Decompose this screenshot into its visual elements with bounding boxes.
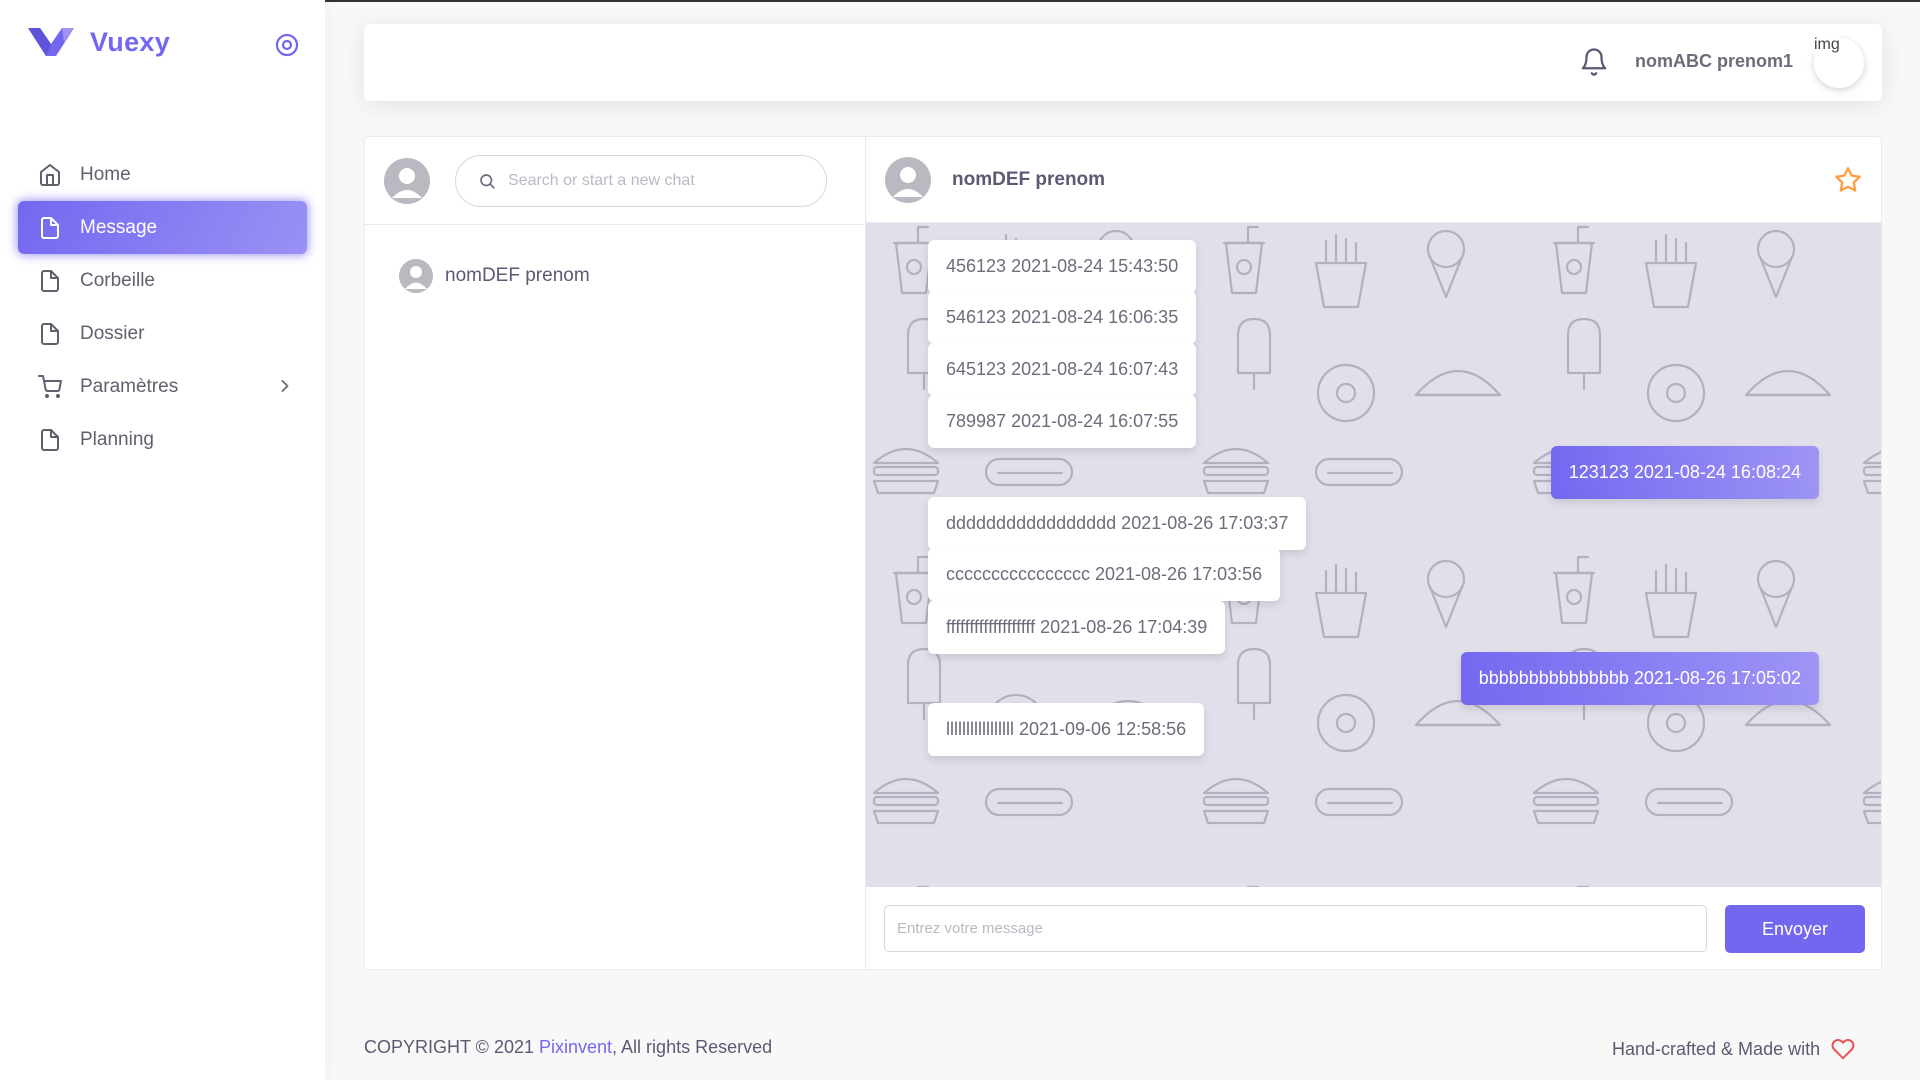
contacts-header (365, 137, 865, 225)
sidebar-item-parametres[interactable]: Paramètres (18, 360, 307, 413)
file-icon (38, 428, 62, 452)
sidebar-item-label: Planning (80, 428, 154, 450)
pixinvent-link[interactable]: Pixinvent (539, 1037, 612, 1057)
footer-copyright: COPYRIGHT © 2021 Pixinvent, All rights R… (364, 1037, 772, 1058)
sidebar-item-label: Paramètres (80, 375, 179, 397)
sidebar-item-planning[interactable]: Planning (18, 413, 307, 466)
contact-name: nomDEF prenom (445, 265, 590, 286)
top-navbar: nomABC prenom1 img (364, 24, 1882, 101)
sidebar-item-label: Home (80, 163, 131, 185)
contact-list-item[interactable]: nomDEF prenom (399, 259, 590, 293)
sidebar-item-corbeille[interactable]: Corbeille (18, 254, 307, 307)
sidebar: Vuexy Home Message Corbeille Dossier Par… (0, 0, 325, 1080)
contact-avatar-icon (399, 259, 433, 293)
message-bubble-incoming[interactable]: 546123 2021-08-24 16:06:35 (928, 291, 1197, 344)
made-with-text: Hand-crafted & Made with (1612, 1038, 1821, 1059)
sidebar-item-home[interactable]: Home (18, 148, 307, 201)
message-bubble-incoming[interactable]: cccccccccccccccc 2021-08-26 17:03:56 (928, 548, 1281, 601)
brand[interactable]: Vuexy (28, 26, 170, 58)
file-icon (38, 216, 62, 240)
sidebar-item-label: Corbeille (80, 269, 155, 291)
file-icon (38, 322, 62, 346)
chat-panel: nomDEF prenom 456123 2021-08-24 15:43:50… (866, 137, 1881, 969)
message-history[interactable]: 456123 2021-08-24 15:43:50 546123 2021-08… (866, 223, 1881, 887)
contacts-panel: nomDEF prenom (365, 137, 866, 969)
message-bubble-incoming[interactable]: 456123 2021-08-24 15:43:50 (928, 240, 1197, 293)
message-bubble-incoming[interactable]: ddddddddddddddddd 2021-08-26 17:03:37 (928, 497, 1307, 550)
footer-made-with: Hand-crafted & Made with (1612, 1037, 1856, 1061)
message-bubble-incoming[interactable]: fffffffffffffffffff 2021-08-26 17:04:39 (928, 601, 1226, 654)
message-input[interactable] (884, 905, 1707, 952)
message-bubble-incoming[interactable]: 645123 2021-08-24 16:07:43 (928, 343, 1197, 396)
sidebar-nav: Home Message Corbeille Dossier Paramètre… (18, 148, 307, 466)
send-button[interactable]: Envoyer (1725, 905, 1865, 953)
home-icon (38, 163, 62, 187)
sidebar-item-message[interactable]: Message (18, 201, 307, 254)
message-bubble-incoming[interactable]: lllllllllllllllll 2021-09-06 12:58:56 (928, 703, 1205, 756)
chevron-right-icon (281, 380, 289, 392)
shopping-cart-icon (38, 374, 62, 399)
user-avatar-icon[interactable] (384, 158, 430, 204)
search-input[interactable] (508, 172, 808, 190)
vuexy-logo-icon (28, 28, 74, 56)
message-bubble-outgoing[interactable]: 123123 2021-08-24 16:08:24 (1550, 446, 1819, 499)
sidebar-item-dossier[interactable]: Dossier (18, 307, 307, 360)
star-icon[interactable] (1834, 166, 1862, 194)
copyright-prefix: COPYRIGHT © 2021 (364, 1037, 539, 1057)
sidebar-item-label: Message (80, 216, 158, 238)
user-name[interactable]: nomABC prenom1 (1635, 51, 1793, 72)
sidebar-item-label: Dossier (80, 322, 145, 344)
search-field[interactable] (455, 155, 827, 207)
file-icon (38, 269, 62, 293)
chat-header: nomDEF prenom (866, 137, 1881, 223)
message-bubble-outgoing[interactable]: bbbbbbbbbbbbbbb 2021-08-26 17:05:02 (1460, 652, 1819, 705)
message-bubble-incoming[interactable]: 789987 2021-08-24 16:07:55 (928, 395, 1197, 448)
copyright-suffix: , All rights Reserved (612, 1037, 773, 1057)
avatar-alt-text: img (1814, 36, 1840, 54)
heart-icon (1830, 1037, 1856, 1061)
brand-name: Vuexy (90, 26, 171, 57)
chat-contact-avatar-icon[interactable] (885, 157, 931, 203)
message-composer: Envoyer (866, 887, 1881, 969)
search-icon (478, 172, 496, 190)
bell-icon[interactable] (1579, 47, 1609, 77)
chat-app: nomDEF prenom nomDEF prenom (364, 136, 1882, 970)
chat-contact-name: nomDEF prenom (952, 169, 1106, 190)
collapse-toggle-icon[interactable] (274, 32, 300, 58)
